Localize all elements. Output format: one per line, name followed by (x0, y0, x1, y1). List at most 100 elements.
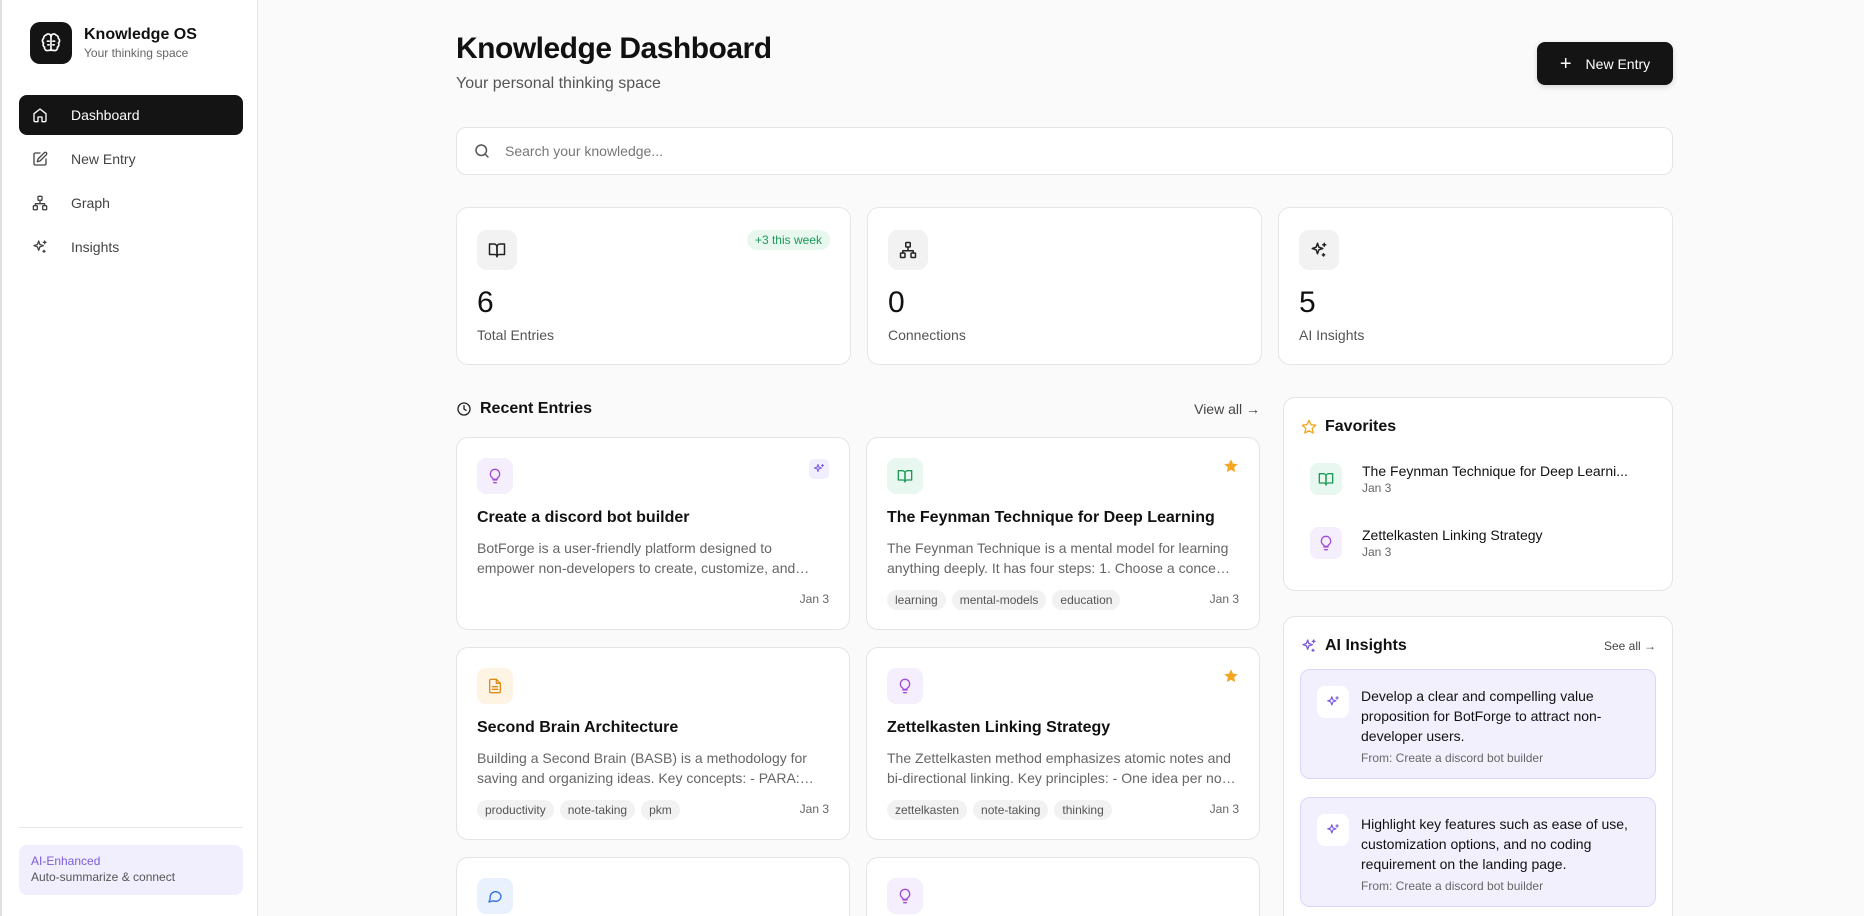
network-icon (888, 230, 928, 270)
entry-description: Building a Second Brain (BASB) is a meth… (477, 750, 807, 786)
tag[interactable]: thinking (1054, 800, 1112, 820)
search-icon (473, 142, 491, 160)
app-title: Knowledge OS (84, 26, 197, 43)
graph-icon (31, 194, 49, 212)
insight-source: From: Create a discord bot builder (1361, 751, 1544, 765)
favorites-title: Favorites (1325, 418, 1397, 435)
favorite-star-icon[interactable] (1223, 458, 1239, 474)
tag[interactable]: productivity (477, 800, 554, 820)
search-input[interactable] (505, 143, 1605, 159)
entry-card[interactable]: Second Brain Architecture Building a Sec… (456, 647, 850, 840)
entry-date: Jan 3 (1209, 592, 1239, 606)
entry-tags: productivity note-taking pkm (477, 800, 680, 820)
ai-insights-card: AI Insights See all → Develop a clear an… (1283, 616, 1673, 916)
new-entry-button[interactable]: + New Entry (1537, 42, 1673, 85)
sparkles-icon (31, 238, 49, 256)
stat-card-ai-insights: 5 AI Insights (1278, 207, 1673, 365)
entry-tags: zettelkasten note-taking thinking (887, 800, 1112, 820)
insight-item[interactable]: Develop a clear and compelling value pro… (1300, 669, 1656, 779)
brain-logo-icon (30, 22, 72, 64)
page-title: Knowledge Dashboard (456, 32, 772, 65)
insights-title: AI Insights (1325, 637, 1407, 654)
entry-card[interactable]: The Feynman Technique for Deep Learning … (866, 437, 1260, 630)
ai-badge-subtitle: Auto-summarize & connect (31, 870, 176, 884)
ai-badge-title: AI-Enhanced (31, 854, 101, 868)
entry-description: The Feynman Technique is a mental model … (887, 540, 1229, 576)
entry-card[interactable] (456, 857, 850, 916)
trend-badge: +3 this week (746, 230, 830, 250)
sidebar-item-new-entry[interactable]: New Entry (19, 139, 243, 179)
sparkles-icon (1301, 638, 1317, 654)
stat-card-connections: 0 Connections (867, 207, 1262, 365)
favorites-card: Favorites The Feynman Technique for Deep… (1283, 397, 1673, 591)
tag[interactable]: learning (887, 590, 946, 610)
insight-source: From: Create a discord bot builder (1361, 879, 1544, 893)
favorite-date: Jan 3 (1362, 481, 1392, 495)
entry-card[interactable] (866, 857, 1260, 916)
favorite-item[interactable]: Zettelkasten Linking Strategy Jan 3 (1310, 526, 1543, 560)
entry-date: Jan 3 (799, 592, 829, 606)
lightbulb-icon (477, 458, 513, 494)
sparkles-icon (1317, 686, 1349, 718)
tag[interactable]: zettelkasten (887, 800, 968, 820)
favorite-star-icon[interactable] (1223, 668, 1239, 684)
sparkles-icon (1317, 814, 1349, 846)
stat-label: Total Entries (477, 327, 555, 343)
entry-description: BotForge is a user-friendly platform des… (477, 540, 796, 576)
chat-bubble-icon (477, 878, 513, 914)
entry-description: The Zettelkasten method emphasizes atomi… (887, 750, 1234, 786)
sidebar: Knowledge OS Your thinking space Dashboa… (0, 0, 258, 916)
see-all-link[interactable]: See all → (1604, 639, 1656, 653)
sidebar-item-label: Insights (71, 239, 120, 255)
lightbulb-icon (887, 668, 923, 704)
document-icon (477, 668, 513, 704)
page-subtitle: Your personal thinking space (456, 75, 661, 92)
sidebar-item-label: Graph (71, 195, 110, 211)
view-all-link[interactable]: View all → (1194, 401, 1260, 417)
tag[interactable]: education (1052, 590, 1121, 610)
tag[interactable]: note-taking (559, 800, 636, 820)
search-bar (456, 127, 1673, 175)
stat-value: 0 (888, 286, 905, 319)
entry-tags: learning mental-models education (887, 590, 1121, 610)
favorite-title: Zettelkasten Linking Strategy (1362, 527, 1543, 543)
ai-sparkle-icon (809, 459, 829, 479)
sidebar-item-label: Dashboard (71, 107, 140, 123)
entry-title: Second Brain Architecture (477, 719, 679, 736)
favorite-item[interactable]: The Feynman Technique for Deep Learni...… (1310, 462, 1628, 496)
entry-date: Jan 3 (1209, 802, 1239, 816)
entry-title: Zettelkasten Linking Strategy (887, 719, 1111, 736)
sidebar-item-label: New Entry (71, 151, 136, 167)
stat-value: 6 (477, 286, 494, 319)
section-title: Recent Entries (480, 400, 593, 417)
insight-text: Develop a clear and compelling value pro… (1361, 688, 1602, 744)
stat-value: 5 (1299, 286, 1316, 319)
tag[interactable]: pkm (641, 800, 680, 820)
entry-title: The Feynman Technique for Deep Learning (887, 509, 1215, 526)
stat-label: AI Insights (1299, 327, 1365, 343)
book-icon (1310, 463, 1342, 495)
lightbulb-icon (1310, 527, 1342, 559)
book-icon (477, 230, 517, 270)
sidebar-item-insights[interactable]: Insights (19, 227, 243, 267)
sidebar-divider (19, 827, 243, 828)
entry-card[interactable]: Create a discord bot builder BotForge is… (456, 437, 850, 630)
brand[interactable]: Knowledge OS Your thinking space (30, 22, 197, 64)
stat-card-total-entries: +3 this week 6 Total Entries (456, 207, 851, 365)
entry-card[interactable]: Zettelkasten Linking Strategy The Zettel… (866, 647, 1260, 840)
entry-title: Create a discord bot builder (477, 509, 690, 526)
insight-item[interactable]: Highlight key features such as ease of u… (1300, 797, 1656, 907)
favorite-title: The Feynman Technique for Deep Learni... (1362, 463, 1628, 479)
star-outline-icon (1301, 419, 1317, 435)
tag[interactable]: mental-models (951, 590, 1047, 610)
sidebar-item-graph[interactable]: Graph (19, 183, 243, 223)
tag[interactable]: note-taking (973, 800, 1049, 820)
clock-icon (456, 401, 472, 417)
lightbulb-icon (887, 878, 923, 914)
insight-text: Highlight key features such as ease of u… (1361, 816, 1628, 872)
sidebar-nav: Dashboard New Entry Graph Insights (19, 95, 243, 271)
sparkles-icon (1299, 230, 1339, 270)
ai-enhanced-badge: AI-Enhanced Auto-summarize & connect (19, 845, 243, 895)
favorite-date: Jan 3 (1362, 545, 1392, 559)
sidebar-item-dashboard[interactable]: Dashboard (19, 95, 243, 135)
